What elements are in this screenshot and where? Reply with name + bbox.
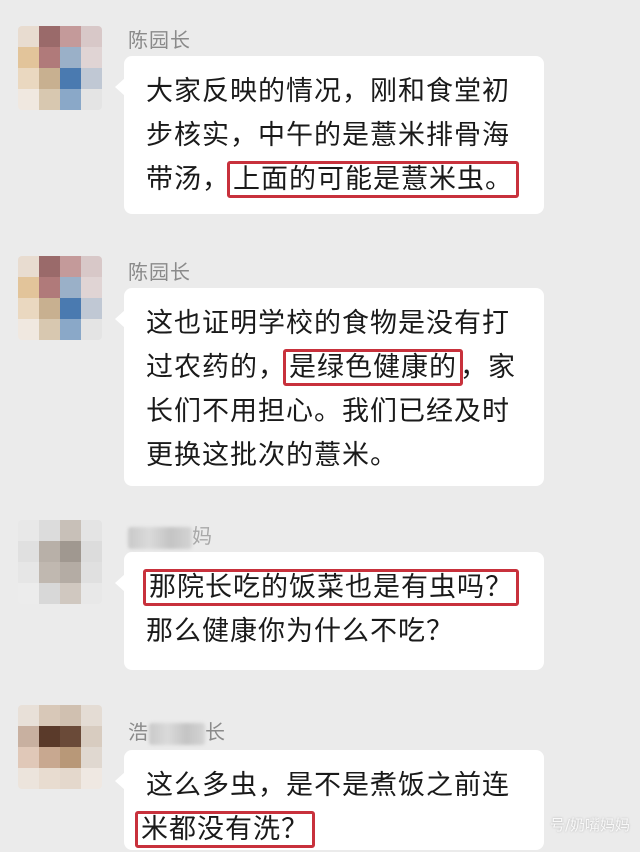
message-bubble[interactable]: 那院长吃的饭菜也是有虫吗？ 那么健康你为什么不吃？ xyxy=(115,552,544,670)
text-segment: ，家 xyxy=(460,352,516,383)
text-line: 那么健康你为什么不吃？ xyxy=(146,610,524,654)
sender-name: 妈 xyxy=(128,520,213,549)
text-line: 这么多虫，是不是煮饭之前连 xyxy=(146,764,524,808)
text-segment: 带汤， xyxy=(146,164,230,195)
avatar[interactable] xyxy=(18,520,102,604)
sender-name-suffix: 长 xyxy=(205,720,226,744)
text-line: 这也证明学校的食物是没有打 xyxy=(146,302,524,346)
text-segment: 大家反映的情况，刚和食堂初 xyxy=(146,76,510,107)
blurred-name xyxy=(149,722,205,745)
blurred-name xyxy=(128,526,192,549)
avatar-mosaic xyxy=(18,520,102,604)
message-bubble[interactable]: 这么多虫，是不是煮饭之前连 米都没有洗？ xyxy=(115,750,544,852)
message-bubble[interactable]: 这也证明学校的食物是没有打 过农药的， 是绿色健康的 ，家 长们不用担心。我们已经及… xyxy=(115,288,544,486)
highlight-box: 那院长吃的饭菜也是有虫吗？ xyxy=(143,569,519,606)
message-text: 大家反映的情况，刚和食堂初 步核实，中午的是薏米排骨海 带汤， 上面的可能是薏米虫… xyxy=(146,70,524,202)
text-segment: 这么多虫，是不是煮饭之前连 xyxy=(146,770,510,801)
sender-name: 陈园长 xyxy=(128,28,191,52)
highlight-box: 是绿色健康的 xyxy=(283,349,463,386)
text-segment: 更换这批次的薏米。 xyxy=(146,440,398,471)
avatar-mosaic xyxy=(18,26,102,110)
sender-name-visible: 妈 xyxy=(192,524,213,548)
avatar[interactable] xyxy=(18,705,102,789)
sender-name: 浩长 xyxy=(128,716,226,745)
highlight-box: 上面的可能是薏米虫。 xyxy=(227,161,519,198)
text-segment: 长们不用担心。我们已经及时 xyxy=(146,396,510,427)
text-line: 长们不用担心。我们已经及时 xyxy=(146,390,524,434)
text-segment: 步核实，中午的是薏米排骨海 xyxy=(146,120,510,151)
text-line: 过农药的， 是绿色健康的 ，家 xyxy=(146,346,524,390)
highlight-box: 米都没有洗？ xyxy=(135,811,315,848)
message-text: 这么多虫，是不是煮饭之前连 米都没有洗？ xyxy=(135,764,524,852)
text-segment: 这也证明学校的食物是没有打 xyxy=(146,308,510,339)
text-line: 大家反映的情况，刚和食堂初 xyxy=(146,70,524,114)
chat-thread: 陈园长 大家反映的情况，刚和食堂初 步核实，中午的是薏米排骨海 带汤， 上面的可能… xyxy=(0,0,640,850)
text-line: 米都没有洗？ xyxy=(135,808,524,852)
watermark: 号/奶嘴妈妈 xyxy=(549,816,630,834)
text-segment: 过农药的， xyxy=(146,352,286,383)
text-line: 带汤， 上面的可能是薏米虫。 xyxy=(146,158,524,202)
sender-name-prefix: 浩 xyxy=(128,720,149,744)
avatar[interactable] xyxy=(18,26,102,110)
message-bubble[interactable]: 大家反映的情况，刚和食堂初 步核实，中午的是薏米排骨海 带汤， 上面的可能是薏米虫… xyxy=(115,56,544,214)
message-text: 这也证明学校的食物是没有打 过农药的， 是绿色健康的 ，家 长们不用担心。我们已经及… xyxy=(146,302,524,478)
text-segment: 那么健康你为什么不吃？ xyxy=(146,616,454,647)
sender-name: 陈园长 xyxy=(128,260,191,284)
message-text: 那院长吃的饭菜也是有虫吗？ 那么健康你为什么不吃？ xyxy=(143,566,524,654)
text-line: 更换这批次的薏米。 xyxy=(146,434,524,478)
text-line: 步核实，中午的是薏米排骨海 xyxy=(146,114,524,158)
avatar[interactable] xyxy=(18,256,102,340)
text-line: 那院长吃的饭菜也是有虫吗？ xyxy=(143,566,524,610)
avatar-mosaic xyxy=(18,256,102,340)
avatar-mosaic xyxy=(18,705,102,789)
